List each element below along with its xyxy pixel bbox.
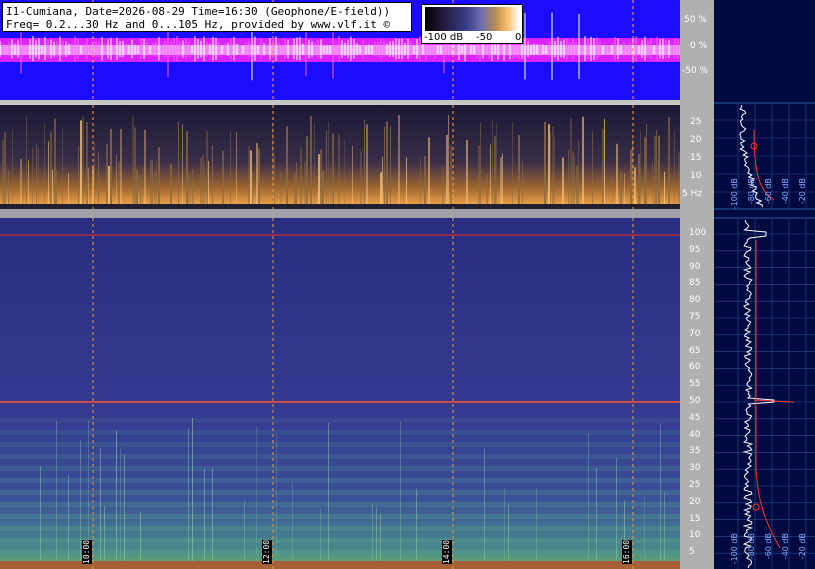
lower-axis-label: 35	[689, 446, 701, 457]
lower-axis-label: 55	[689, 379, 701, 390]
upper-axis-25: 25	[690, 117, 702, 127]
lower-db-label: -100 dB	[730, 533, 739, 565]
time-label-1600: 16:00	[622, 539, 632, 564]
waveform-axis-minus50: -50 %	[682, 66, 709, 76]
lower-axis-label: 80	[689, 295, 701, 306]
upper-axis-5: 5 Hz	[682, 189, 703, 199]
scale-label-mid: -50	[476, 32, 493, 43]
lower-axis-label: 40	[689, 429, 701, 440]
lower-axis-label: 30	[689, 463, 701, 474]
upper-spectrogram	[0, 105, 680, 209]
upper-db-label: -100 dB	[730, 178, 739, 210]
spectrum-profile-panel: -100 dB -80 dB -60 dB -40 dB -20 dB -100 dB -…	[714, 0, 815, 569]
waveform-axis-50: 50 %	[684, 15, 707, 25]
lower-axis-label: 85	[689, 278, 701, 289]
upper-db-label: -60 dB	[764, 178, 773, 205]
lower-axis-label: 65	[689, 345, 701, 356]
lower-axis-label: 90	[689, 261, 701, 272]
upper-axis-15: 15	[690, 153, 702, 163]
lower-db-label: -40 dB	[781, 533, 790, 560]
waveform-panel: I1-Cumiana, Date=2026-08-29 Time=16:30 (…	[0, 0, 680, 100]
lower-spectrogram-image	[0, 218, 680, 569]
spectrum-profile-graph	[714, 102, 815, 569]
lower-axis-label: 5	[689, 547, 695, 558]
station-title: I1-Cumiana, Date=2026-08-29 Time=16:30 (…	[6, 5, 391, 18]
upper-spectrogram-image	[0, 105, 680, 209]
color-scale-bar	[425, 7, 519, 31]
lower-axis-label: 75	[689, 312, 701, 322]
lower-axis-label: 100	[689, 228, 707, 238]
upper-axis-20: 20	[690, 135, 702, 145]
lower-axis-label: 25	[689, 480, 701, 490]
station-info-box: I1-Cumiana, Date=2026-08-29 Time=16:30 (…	[2, 2, 412, 32]
upper-db-label: -40 dB	[781, 178, 790, 205]
lower-db-label: -20 dB	[798, 533, 807, 560]
frequency-axis-column: 50 % 0 % -50 % 25 20 15 10 5 Hz 100 95 90 8…	[680, 0, 714, 569]
upper-axis-10: 10	[690, 171, 702, 181]
lower-axis-label: 70	[689, 328, 701, 339]
scale-label-max: 0	[515, 32, 522, 43]
time-label-1400: 14:00	[442, 539, 452, 564]
waveform-axis-0: 0 %	[690, 41, 708, 51]
scale-label-min: -100 dB	[424, 32, 464, 43]
time-label-1200: 12:00	[262, 539, 272, 564]
lower-db-label: -80 dB	[747, 533, 756, 560]
frequency-info: Freq= 0.2...30 Hz and 0...105 Hz, provid…	[6, 18, 391, 31]
upper-db-label: -80 dB	[747, 178, 756, 205]
lower-axis-label: 95	[689, 244, 701, 255]
lower-axis-label: 60	[689, 362, 701, 373]
lower-spectrogram: 10:00 12:00 14:00 16:00	[0, 218, 680, 569]
lower-axis-label: 15	[689, 513, 701, 524]
panel-separator-lower	[0, 209, 680, 218]
lower-axis-label: 45	[689, 412, 701, 423]
lower-axis-label: 50	[689, 396, 701, 406]
lower-axis-label: 10	[689, 530, 701, 541]
color-scale-legend: -100 dB -50 0	[421, 4, 523, 44]
lower-db-label: -60 dB	[764, 533, 773, 560]
upper-db-label: -20 dB	[798, 178, 807, 205]
time-label-1000: 10:00	[82, 539, 92, 564]
lower-axis-label: 20	[689, 496, 701, 507]
